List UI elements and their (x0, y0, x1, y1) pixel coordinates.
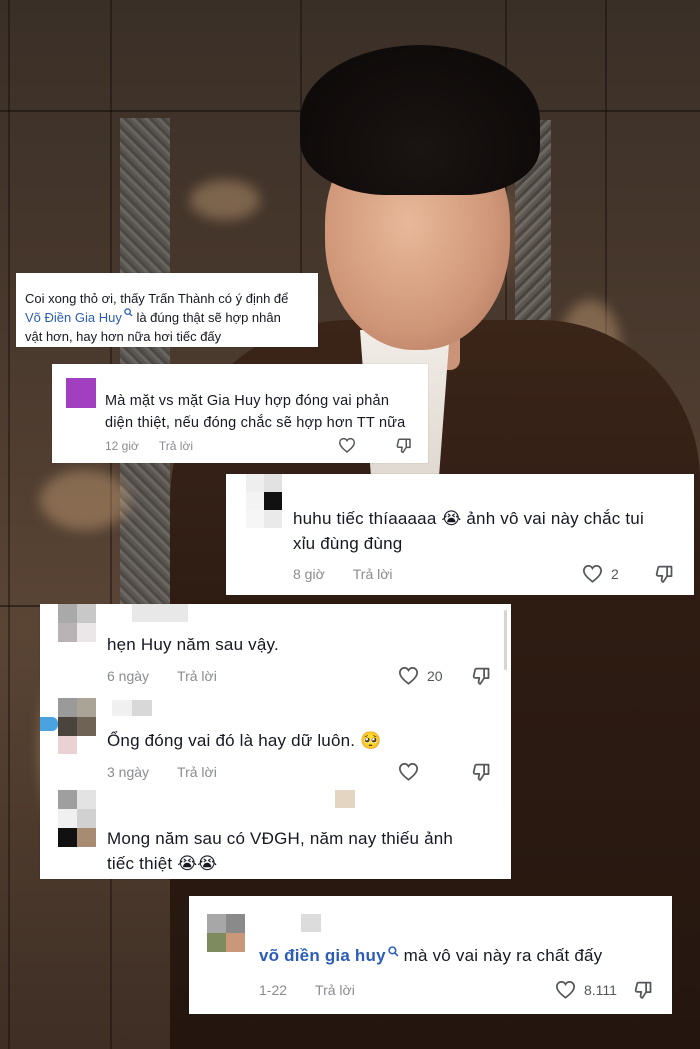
timestamp: 6 ngày (107, 668, 150, 684)
like-count: 20 (427, 667, 443, 684)
dislike-icon[interactable] (471, 762, 492, 783)
heart-icon[interactable] (338, 437, 356, 453)
heart-icon[interactable] (398, 762, 419, 781)
avatar[interactable] (66, 378, 96, 408)
username-redacted (132, 604, 188, 622)
comment-text: huhu tiếc thíaaaaa 😭 ảnh vô vai này chắc… (293, 506, 644, 556)
comment-list-panel[interactable]: hẹn Huy năm sau vậy. 6 ngày Trả lời 20 Ổ… (40, 604, 511, 879)
username-redacted (335, 790, 355, 808)
avatar[interactable] (58, 790, 96, 848)
caption-text: Coi xong thỏ ơi, thấy Trấn Thành có ý đị… (25, 289, 288, 346)
avatar[interactable] (246, 474, 282, 530)
comment-text-rest: mà vô vai này ra chất đấy (398, 946, 603, 965)
avatar[interactable] (207, 914, 245, 952)
comment-line: diện thiệt, nếu đóng chắc sẽ hợp hơn TT … (105, 415, 406, 431)
user-mention[interactable]: Võ Điền Gia Huy (25, 310, 122, 325)
username-redacted (132, 700, 152, 716)
caption-line-2: Võ Điền Gia Huy là đúng thật sẽ hợp nhân (25, 308, 288, 327)
comment-card: võ điền gia huy mà vô vai này ra chất đấ… (189, 896, 672, 1014)
comment-meta: 1-22 Trả lời (259, 982, 355, 998)
scrollbar[interactable] (504, 610, 507, 670)
timestamp: 12 giờ (105, 439, 139, 453)
comment-meta: 8 giờ Trả lời (293, 566, 393, 582)
timestamp: 8 giờ (293, 566, 325, 582)
comment-text: Mà mặt vs mặt Gia Huy hợp đóng vai phản … (105, 390, 405, 434)
comment-card: Mà mặt vs mặt Gia Huy hợp đóng vai phản … (52, 364, 428, 463)
like-control: 2 (582, 564, 619, 583)
comment-line: Mà mặt vs mặt Gia Huy hợp đóng vai phản (105, 393, 390, 409)
comment-line: tiếc thiệt 😭😭 (107, 854, 218, 873)
comment-text: võ điền gia huy mà vô vai này ra chất đấ… (259, 943, 602, 968)
reply-button[interactable]: Trả lời (177, 668, 217, 684)
wall-joint (8, 0, 10, 1049)
avatar[interactable] (58, 604, 96, 642)
timestamp: 1-22 (259, 982, 288, 998)
dislike-icon[interactable] (654, 564, 675, 585)
comment-meta: 3 ngày Trả lời (107, 764, 217, 780)
comment-meta: 6 ngày Trả lời (107, 668, 217, 684)
caption-line-1: Coi xong thỏ ơi, thấy Trấn Thành có ý đị… (25, 291, 289, 306)
like-count: 8.111 (584, 981, 617, 998)
comment-text: Mong năm sau có VĐGH, năm nay thiếu ảnh … (107, 826, 453, 876)
comment-item: hẹn Huy năm sau vậy. 6 ngày Trả lời 20 (40, 604, 500, 696)
search-icon (388, 946, 399, 957)
like-count: 2 (611, 565, 619, 582)
heart-icon[interactable] (555, 980, 576, 999)
username-redacted (301, 914, 321, 932)
heart-icon[interactable] (582, 564, 603, 583)
caption-line-2-rest: là đúng thật sẽ hợp nhân (132, 310, 281, 325)
comment-text: Ổng đóng vai đó là hay dữ luôn. 🥺 (107, 731, 382, 750)
dislike-icon[interactable] (471, 666, 492, 687)
granite-panel (120, 118, 170, 608)
dislike-icon[interactable] (633, 980, 654, 1001)
caption-card: Coi xong thỏ ơi, thấy Trấn Thành có ý đị… (16, 273, 318, 347)
comment-item: Mong năm sau có VĐGH, năm nay thiếu ảnh … (40, 788, 500, 879)
avatar[interactable] (40, 696, 96, 754)
reply-button[interactable]: Trả lời (159, 439, 193, 453)
comment-card: huhu tiếc thíaaaaa 😭 ảnh vô vai này chắc… (226, 474, 694, 595)
comment-text: hẹn Huy năm sau vậy. (107, 635, 279, 654)
like-control: 20 (398, 666, 443, 685)
timestamp: 3 ngày (107, 764, 150, 780)
reply-button[interactable]: Trả lời (177, 764, 217, 780)
comment-line: huhu tiếc thíaaaaa 😭 ảnh vô vai này chắc… (293, 509, 644, 528)
search-icon (124, 308, 133, 317)
user-mention[interactable]: võ điền gia huy (259, 946, 386, 965)
sunlight-spot (40, 470, 130, 530)
reply-button[interactable]: Trả lời (353, 566, 393, 582)
heart-icon[interactable] (398, 666, 419, 685)
sunlight-spot (190, 180, 260, 220)
like-control: 8.111 (555, 980, 617, 999)
reply-button[interactable]: Trả lời (315, 982, 355, 998)
comment-meta: 12 giờ Trả lời (105, 439, 193, 453)
comment-item: Ổng đóng vai đó là hay dữ luôn. 🥺 3 ngày… (40, 696, 500, 788)
person-hair (300, 45, 540, 195)
dislike-icon[interactable] (395, 437, 413, 455)
caption-line-3: vật hơn, hay hơn nữa hơi tiếc đấy (25, 329, 222, 344)
comment-line: Mong năm sau có VĐGH, năm nay thiếu ảnh (107, 829, 454, 848)
comment-line: xỉu đùng đùng (293, 534, 403, 553)
